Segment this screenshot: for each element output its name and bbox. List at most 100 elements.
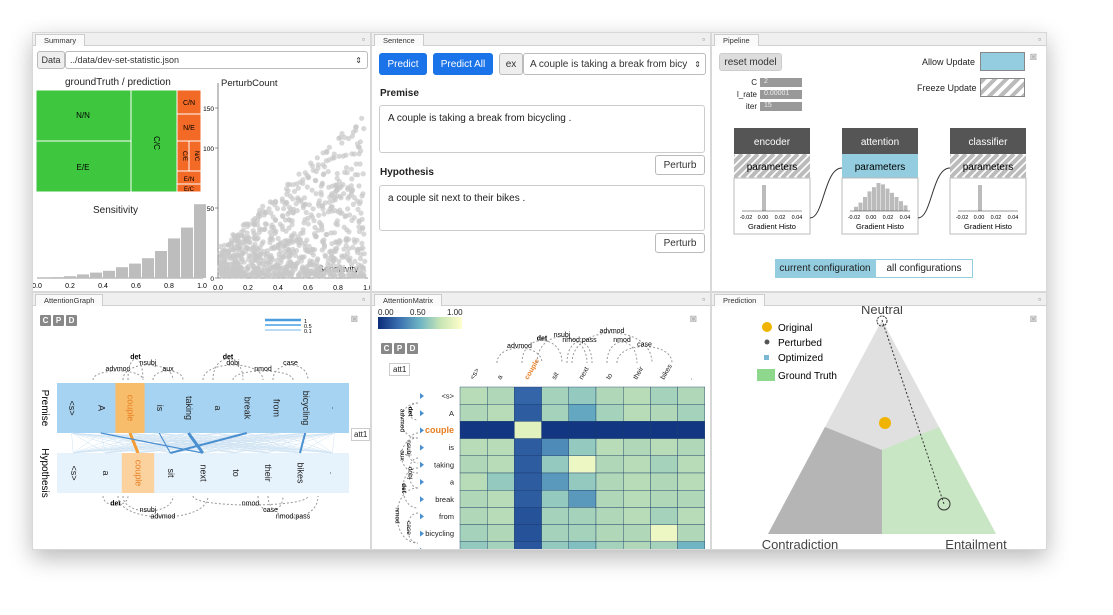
param-iter-slider[interactable]: 15	[760, 102, 802, 111]
scatter-point	[257, 207, 263, 213]
maximize-icon[interactable]: ▫	[362, 295, 365, 304]
reset-model-button[interactable]: reset model	[719, 53, 782, 71]
matrix-cell	[650, 524, 678, 543]
matrix-cell	[486, 489, 515, 508]
matrix-cell	[677, 455, 706, 474]
matrix-cell	[568, 507, 597, 525]
tab-prediction[interactable]: Prediction	[714, 294, 766, 306]
scatter-point	[359, 240, 365, 246]
row-arrow-icon	[420, 461, 424, 468]
dep-arc	[566, 341, 593, 364]
scatter-point	[360, 273, 366, 279]
tab-sentence[interactable]: Sentence	[374, 34, 424, 46]
hatch-line	[712, 154, 726, 178]
scatter-point	[305, 221, 311, 227]
scatter-point	[292, 252, 299, 258]
maximize-icon[interactable]: ▫	[702, 35, 705, 44]
matrix-cell	[622, 438, 651, 457]
scatter-point	[248, 273, 254, 279]
hypothesis-axis-label: Hypothesis	[39, 448, 50, 497]
scatter-point	[344, 227, 350, 233]
matrix-cell	[595, 489, 624, 508]
attention-line	[332, 432, 335, 454]
current-config-button[interactable]: current configuration	[775, 259, 875, 278]
data-file-select[interactable]: ../data/dev-set-statistic.json ⇕	[65, 51, 368, 69]
histo-bar	[894, 197, 899, 211]
dep-label: dobj	[226, 360, 240, 367]
matrix-cell	[541, 386, 570, 405]
scatter-point	[311, 218, 317, 224]
hist-bar	[116, 267, 128, 278]
matrix-cell	[459, 438, 488, 457]
premise-token: couple	[126, 395, 136, 422]
hypothesis-token: couple	[134, 460, 144, 487]
freeze-update-swatch[interactable]	[980, 78, 1025, 97]
all-config-button[interactable]: all configurations	[875, 259, 973, 278]
row-arrow-icon	[420, 496, 424, 503]
scatter-point	[320, 162, 326, 168]
hypothesis-textarea[interactable]: a couple sit next to their bikes .	[379, 185, 705, 231]
premise-token: bicycling	[301, 391, 311, 426]
maximize-icon[interactable]: ▫	[1038, 35, 1041, 44]
scatter-point	[297, 237, 303, 243]
tab-pipeline[interactable]: Pipeline	[714, 34, 759, 46]
matrix-cell	[650, 472, 678, 491]
tab-summary[interactable]: Summary	[35, 34, 86, 46]
histo-tick: 0.00	[866, 215, 877, 221]
matrix-cell	[541, 438, 570, 457]
scatter-point	[329, 241, 335, 247]
scatter-point	[354, 198, 360, 204]
scatter-point	[314, 260, 320, 266]
perturb-premise-button[interactable]: Perturb	[655, 155, 705, 175]
histo-tick: 0.04	[900, 215, 911, 221]
tab-attention-matrix[interactable]: AttentionMatrix	[374, 294, 443, 306]
matrix-cell	[568, 489, 597, 508]
treemap-label-cc: C/C	[152, 136, 161, 150]
predict-all-button[interactable]: Predict All	[433, 53, 493, 75]
module-name: encoder	[754, 137, 791, 148]
allow-update-swatch[interactable]	[980, 52, 1025, 71]
scatter-point	[263, 221, 270, 227]
example-select[interactable]: A couple is taking a break from bicy ⇕	[523, 53, 706, 75]
matrix-cell	[622, 403, 651, 422]
camera-icon[interactable]: ◙	[1030, 51, 1037, 63]
dep-label: det	[406, 407, 413, 418]
param-iter-label: iter	[745, 102, 757, 111]
matrix-col-label: bikes	[660, 363, 674, 381]
scatter-point	[328, 204, 334, 210]
dep-label: advmod	[151, 513, 176, 520]
tab-attention-graph[interactable]: AttentionGraph	[35, 294, 104, 306]
matrix-cell	[486, 403, 515, 422]
scatter-point	[341, 246, 347, 252]
scatter-point	[257, 256, 263, 262]
predict-button[interactable]: Predict	[379, 53, 427, 75]
parameters-label: parameters	[963, 162, 1014, 173]
histo-tick: 0.02	[991, 215, 1002, 221]
matrix-cell	[568, 386, 597, 405]
row-arrow-icon	[420, 427, 424, 434]
matrix-cell	[486, 438, 515, 457]
hatch-line	[814, 154, 838, 178]
scatter-point	[259, 270, 265, 276]
premise-textarea[interactable]: A couple is taking a break from bicyclin…	[379, 105, 705, 153]
matrix-cell	[514, 507, 542, 525]
param-lrate-slider[interactable]: 0.00001	[760, 90, 802, 99]
sentence-panel: Sentence ▫ Predict Predict All ex A coup…	[371, 32, 711, 292]
matrix-cell	[568, 541, 597, 549]
scatter-point	[276, 254, 283, 260]
maximize-icon[interactable]: ▫	[702, 295, 705, 304]
scatter-point	[315, 162, 321, 168]
treemap-label-ne: N/E	[183, 125, 195, 132]
scatter-point	[263, 209, 269, 215]
scatter-point	[219, 268, 226, 274]
scatter-point	[304, 184, 310, 190]
maximize-icon[interactable]: ▫	[1038, 295, 1041, 304]
matrix-cell	[568, 438, 597, 457]
perturb-hypothesis-button[interactable]: Perturb	[655, 233, 705, 253]
hypothesis-token: their	[263, 464, 273, 482]
maximize-icon[interactable]: ▫	[362, 35, 365, 44]
matrix-cell	[541, 489, 570, 508]
dep-arc	[616, 346, 673, 364]
param-c-slider[interactable]: 2	[760, 78, 802, 87]
scatter-point	[286, 238, 293, 244]
